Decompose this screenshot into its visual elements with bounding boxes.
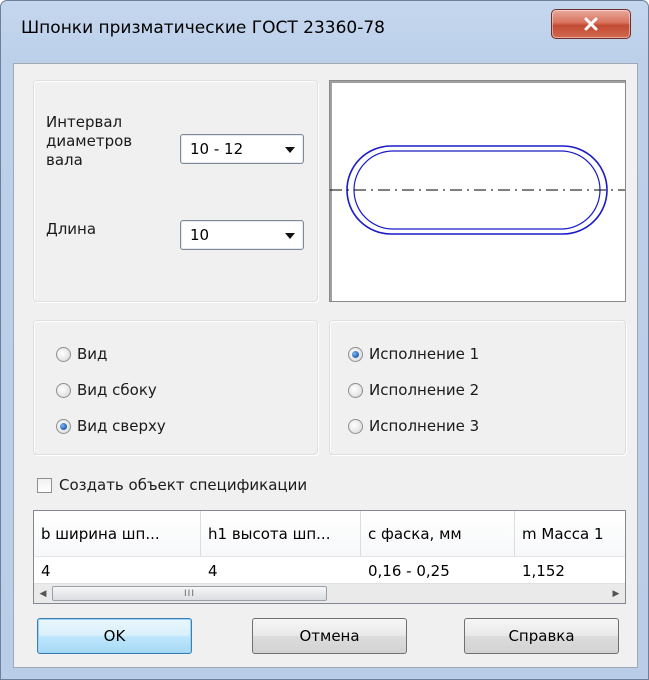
create-spec-label: Создать объект спецификации <box>59 476 308 494</box>
title-bar[interactable]: Шпонки призматические ГОСТ 23360-78 <box>1 1 648 63</box>
key-drawing <box>330 145 625 235</box>
radio-view-label: Вид <box>77 345 108 363</box>
radio-view-top-label: Вид сверху <box>77 417 166 435</box>
window-title: Шпонки призматические ГОСТ 23360-78 <box>21 18 385 38</box>
radio-execution-3-label: Исполнение 3 <box>369 417 480 435</box>
length-value: 10 <box>190 226 210 244</box>
radio-execution-3[interactable]: Исполнение 3 <box>348 417 479 435</box>
table-header: b ширина шп... h1 высота шп... с фаска, … <box>34 511 625 557</box>
radio-icon <box>348 418 363 434</box>
key-preview-canvas <box>329 80 626 302</box>
table-cell: 4 <box>208 562 218 578</box>
close-button[interactable] <box>551 9 631 39</box>
radio-view-side[interactable]: Вид сбоку <box>56 381 157 399</box>
key-params-table[interactable]: b ширина шп... h1 высота шп... с фаска, … <box>33 510 626 604</box>
help-button[interactable]: Справка <box>464 618 619 654</box>
table-cell: 0,16 - 0,25 <box>368 562 450 578</box>
interval-select[interactable]: 10 - 12 <box>180 134 304 164</box>
parameters-group: Интервал диаметров вала 10 - 12 Длина 10 <box>33 80 318 302</box>
arrow-left-icon: ◀ <box>39 589 47 599</box>
table-cell: 1,152 <box>522 562 565 578</box>
interval-label: Интервал диаметров вала <box>46 113 133 169</box>
radio-icon <box>56 382 71 398</box>
checkbox-icon <box>37 477 52 493</box>
radio-icon <box>56 346 71 362</box>
radio-view[interactable]: Вид <box>56 345 107 363</box>
radio-execution-2[interactable]: Исполнение 2 <box>348 381 479 399</box>
column-header-height[interactable]: h1 высота шп... <box>201 511 361 557</box>
view-group: Вид Вид сбоку Вид сверху <box>33 320 318 455</box>
scroll-left-button[interactable]: ◀ <box>34 584 52 603</box>
grip-icon: III <box>184 588 195 599</box>
table-row[interactable]: 4 4 0,16 - 0,25 1,152 <box>34 558 625 578</box>
interval-value: 10 - 12 <box>190 140 244 158</box>
column-header-chamfer[interactable]: с фаска, мм <box>361 511 515 557</box>
table-cell: 4 <box>41 562 51 578</box>
dialog-window: Шпонки призматические ГОСТ 23360-78 Инте… <box>0 0 649 680</box>
arrow-right-icon: ▶ <box>612 589 620 599</box>
length-select[interactable]: 10 <box>180 220 304 250</box>
radio-execution-2-label: Исполнение 2 <box>369 381 480 399</box>
scroll-thumb[interactable]: III <box>52 586 327 601</box>
close-icon <box>584 17 598 31</box>
chevron-down-icon <box>285 233 295 239</box>
radio-execution-1-label: Исполнение 1 <box>369 345 480 363</box>
create-spec-checkbox[interactable]: Создать объект спецификации <box>37 476 307 494</box>
radio-selected-icon <box>56 418 71 434</box>
radio-view-top[interactable]: Вид сверху <box>56 417 166 435</box>
radio-view-side-label: Вид сбоку <box>77 381 157 399</box>
radio-execution-1[interactable]: Исполнение 1 <box>348 345 479 363</box>
length-label: Длина <box>46 220 97 238</box>
radio-icon <box>348 382 363 398</box>
ok-button[interactable]: OK <box>37 618 192 654</box>
cancel-button[interactable]: Отмена <box>252 618 407 654</box>
execution-group: Исполнение 1 Исполнение 2 Исполнение 3 <box>329 320 626 455</box>
chevron-down-icon <box>285 147 295 153</box>
column-header-width[interactable]: b ширина шп... <box>34 511 201 557</box>
radio-selected-icon <box>348 346 363 362</box>
column-header-mass[interactable]: m Масса 1 <box>515 511 625 557</box>
horizontal-scrollbar[interactable]: ◀ III ▶ <box>34 583 625 603</box>
dialog-client-area: Интервал диаметров вала 10 - 12 Длина 10 <box>13 63 638 668</box>
scroll-right-button[interactable]: ▶ <box>607 584 625 603</box>
